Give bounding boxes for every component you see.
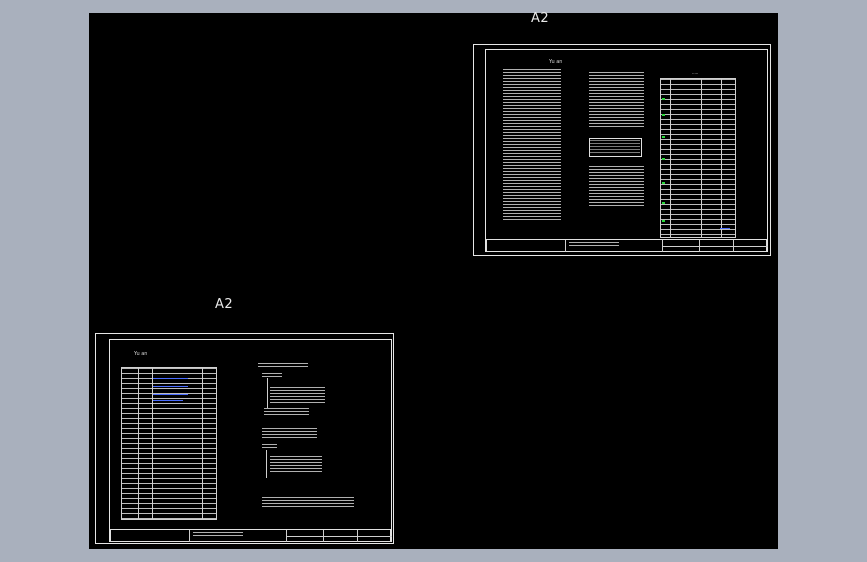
notes-text-block (589, 72, 644, 128)
sheet-size-label: A2 (215, 297, 234, 312)
diagram-label (262, 444, 277, 448)
diagram-node (270, 456, 322, 474)
marker (662, 158, 665, 160)
notes-text-block (503, 69, 561, 221)
drawing-sheet[interactable]: Yu an (95, 333, 394, 544)
marker (662, 114, 665, 116)
table-header: ····· (692, 71, 699, 76)
marker-line (153, 386, 188, 387)
title-block (110, 529, 392, 542)
sheet-title: Yu an (549, 59, 563, 65)
diagram-stem (266, 450, 267, 478)
diagram-label (262, 373, 282, 377)
marker-line (720, 228, 730, 229)
sheet-border: Yu an ····· (485, 49, 768, 252)
diagram-node (270, 387, 325, 403)
marker (662, 220, 665, 222)
cad-model-space[interactable]: A2 Yu an ····· A2 Yu an (89, 11, 778, 549)
marker (662, 136, 665, 138)
title-block (486, 239, 768, 252)
sheet-size-label: A2 (531, 11, 550, 26)
marker-line (153, 400, 183, 401)
drawing-sheet[interactable]: Yu an ····· (473, 44, 771, 256)
sheet-title: Yu an (134, 351, 148, 357)
marker (662, 98, 665, 100)
diagram-label (258, 363, 308, 369)
diagram-fill (590, 140, 640, 154)
notes-text-block (589, 166, 644, 208)
parts-table (121, 367, 217, 520)
diagram-label (262, 497, 354, 507)
diagram-label (264, 408, 309, 416)
parts-table (660, 78, 736, 238)
marker (662, 202, 665, 204)
sheet-border: Yu an (109, 339, 392, 542)
diagram-stem (267, 378, 268, 408)
marker (662, 182, 665, 184)
diagram-label (262, 428, 317, 438)
marker-line (153, 378, 188, 379)
marker-line (153, 394, 188, 395)
